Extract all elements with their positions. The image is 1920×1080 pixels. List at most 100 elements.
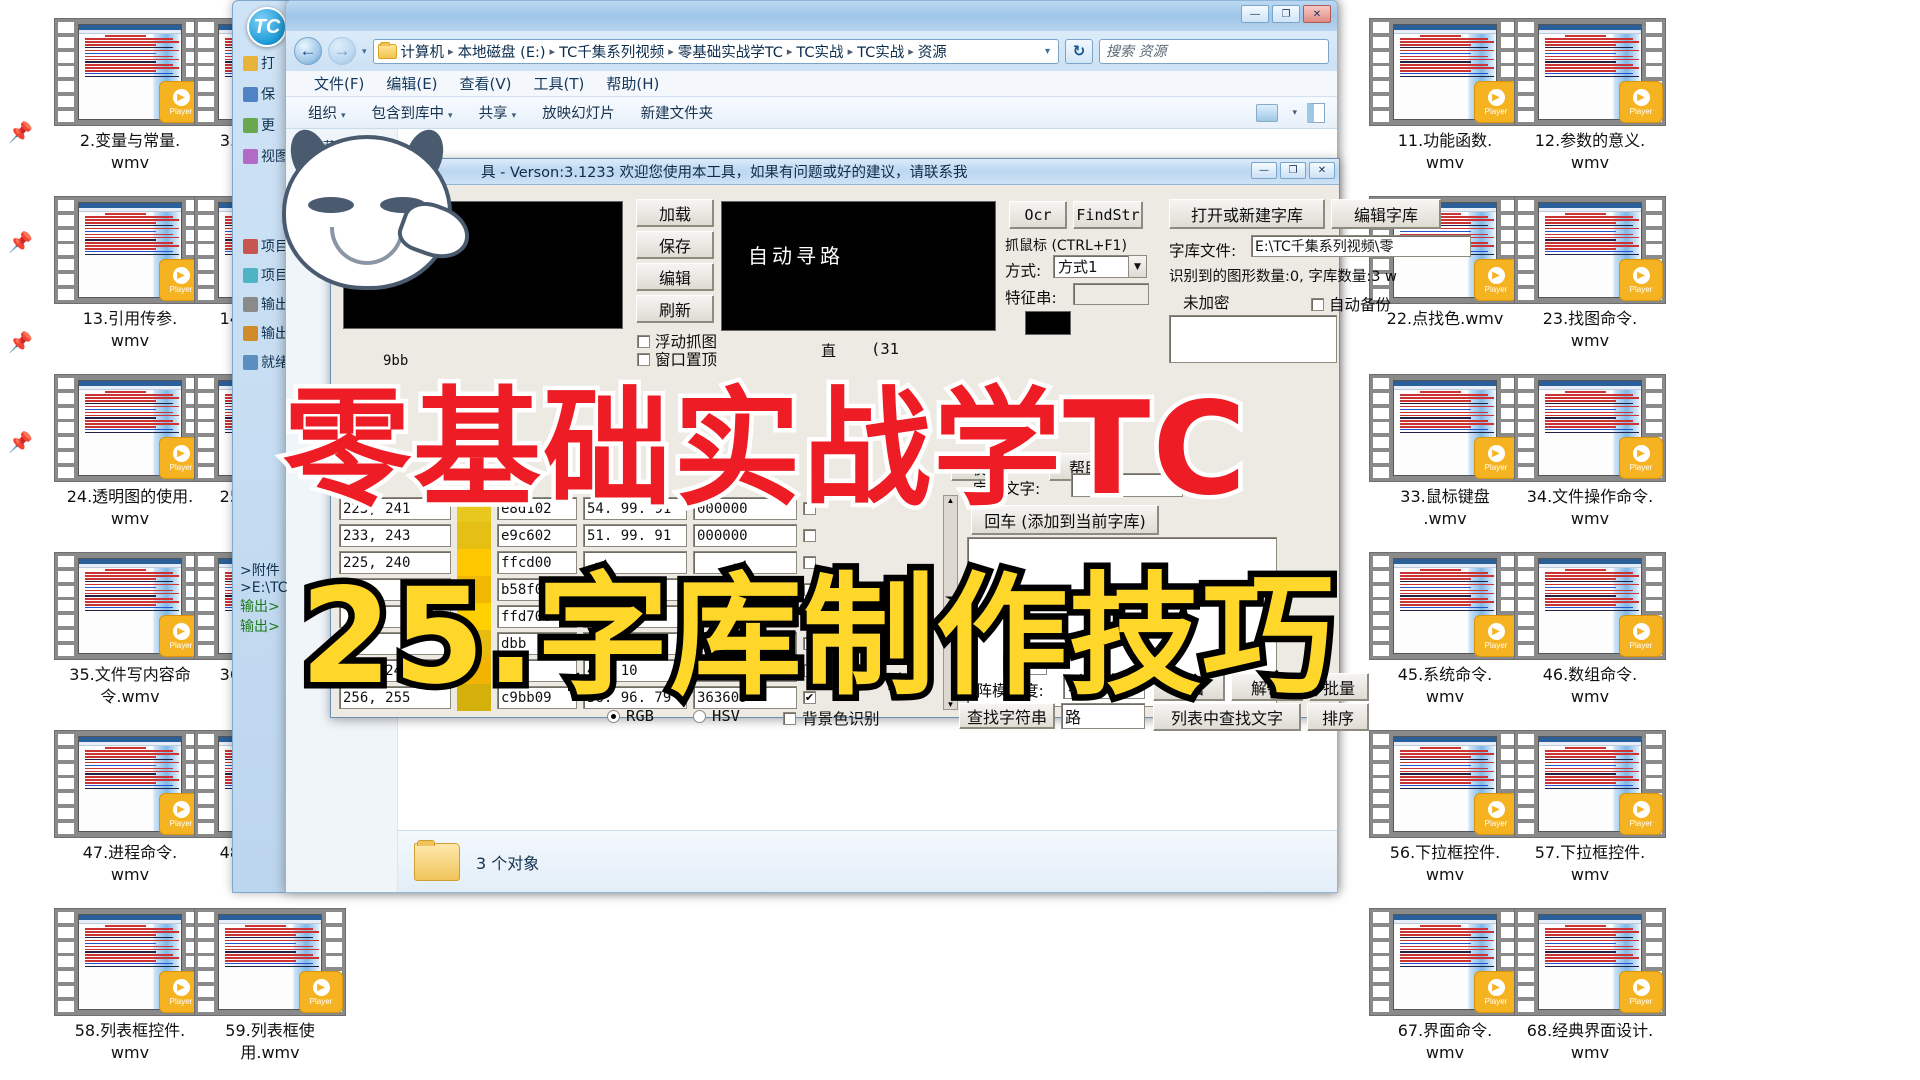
menu-item[interactable]: 编辑(E) (386, 73, 437, 94)
film-perforations-left (198, 734, 214, 834)
maximize-button[interactable]: ❐ (1272, 5, 1300, 23)
file-item[interactable]: ▶ Player 12.参数的意义. wmv (1490, 18, 1690, 173)
tc-sidebar-item-label: 保 (261, 87, 275, 103)
minimize-button[interactable]: — (1241, 5, 1269, 23)
edit-dict-button[interactable]: 编辑字库 (1331, 199, 1441, 229)
change-view-icon[interactable] (1256, 103, 1279, 122)
tc-output-line: 输出> (240, 619, 280, 635)
player-badge-label: Player (309, 996, 333, 1006)
ocr-button[interactable]: Ocr (1009, 201, 1067, 229)
toolbar-item[interactable]: 放映幻灯片 (542, 102, 615, 123)
findstr-button[interactable]: FindStr (1073, 201, 1143, 229)
play-icon: ▶ (1632, 622, 1650, 640)
player-badge-icon: ▶Player (1619, 971, 1663, 1013)
maximize-button[interactable]: ❐ (1280, 162, 1306, 179)
breadcrumb-separator-icon: ▸ (549, 44, 556, 58)
tool-title-text: 具 - Verson:3.1233 欢迎您使用本工具，如果有问题或好的建议，请联… (481, 165, 968, 181)
tc-output-line: >E:\TC (240, 580, 288, 596)
breadcrumb-item[interactable]: TC实战 (794, 41, 845, 62)
edit-button[interactable]: 编辑 (636, 263, 714, 291)
file-item[interactable]: ▶ Player 59.列表框使 用.wmv (170, 908, 370, 1063)
file-item[interactable]: ▶ Player 46.数组命令. wmv (1490, 552, 1690, 707)
play-icon: ▶ (1632, 88, 1650, 106)
tool-titlebar[interactable]: 具 - Verson:3.1233 欢迎您使用本工具，如果有问题或好的建议，请联… (331, 159, 1339, 185)
tool-window-controls[interactable]: — ❐ ✕ (1251, 162, 1335, 179)
tc-logo-icon: TC (247, 7, 287, 47)
explorer-titlebar[interactable]: — ❐ ✕ (286, 1, 1337, 31)
refresh-button[interactable]: ↻ (1065, 38, 1093, 64)
film-perforations-left (58, 378, 74, 478)
close-button[interactable]: ✕ (1303, 5, 1331, 23)
chevron-down-icon[interactable]: ▾ (1292, 108, 1297, 118)
close-button[interactable]: ✕ (1309, 162, 1335, 179)
video-thumbnail-icon: ▶Player (194, 908, 346, 1016)
video-thumbnail-icon: ▶Player (1514, 730, 1666, 838)
video-thumbnail-icon: ▶Player (1514, 374, 1666, 482)
breadcrumb-item[interactable]: 计算机 (399, 41, 447, 62)
breadcrumb-item[interactable]: TC千集系列视频 (557, 41, 666, 62)
text-preview-panel[interactable]: 自动寻路 (721, 201, 996, 331)
toolbar-item[interactable]: 包含到库中 ▾ (372, 102, 453, 123)
breadcrumb[interactable]: 计算机 ▸ 本地磁盘 (E:) ▸ TC千集系列视频 ▸ 零基础实战学TC ▸ TC实战 ▸ TC实… (399, 41, 949, 62)
breadcrumb-item[interactable]: 本地磁盘 (E:) (456, 41, 548, 62)
folder-icon (414, 839, 460, 881)
search-input[interactable]: 搜索 资源 (1099, 38, 1329, 64)
chevron-down-icon[interactable]: ▾ (448, 111, 453, 121)
menu-item[interactable]: 帮助(H) (606, 73, 659, 94)
film-perforations-left (58, 912, 74, 1012)
video-thumbnail-icon: ▶Player (1514, 18, 1666, 126)
toolbar-right-group[interactable]: ▾ (1256, 102, 1337, 123)
file-item[interactable]: ▶ Player 68.经典界面设计. wmv (1490, 908, 1690, 1063)
pin-icon: 📌 (8, 232, 33, 254)
file-item[interactable]: ▶ Player 23.找图命令. wmv (1490, 196, 1690, 351)
breadcrumb-item[interactable]: 零基础实战学TC (676, 41, 785, 62)
checkbox-box[interactable] (1311, 297, 1324, 311)
explorer-window-controls[interactable]: — ❐ ✕ (1241, 5, 1331, 23)
mode-select[interactable]: 方式1 ▼ (1053, 255, 1147, 278)
toolbar-item[interactable]: 组织 ▾ (308, 102, 346, 123)
explorer-menubar[interactable]: 文件(F) 编辑(E) 查看(V) 工具(T) 帮助(H) (286, 71, 1337, 97)
video-thumbnail-icon: ▶Player (1514, 552, 1666, 660)
toolbar-item-label: 组织 (308, 106, 337, 122)
chevron-down-icon[interactable]: ▾ (341, 111, 346, 121)
breadcrumb-separator-icon: ▸ (847, 44, 854, 58)
toolbar-item[interactable]: 新建文件夹 (641, 102, 714, 123)
feature-string-input[interactable] (1073, 283, 1149, 305)
chevron-down-icon[interactable]: ▾ (512, 111, 517, 121)
file-label: 57.下拉框控件. wmv (1534, 843, 1646, 884)
tc-sidebar-item-icon (243, 354, 258, 370)
address-dropdown-icon[interactable]: ▾ (1045, 46, 1054, 57)
menu-item[interactable]: 查看(V) (460, 73, 512, 94)
refresh-button[interactable]: 刷新 (636, 295, 714, 323)
tc-output-line: >附件 (240, 563, 280, 579)
save-button[interactable]: 保存 (636, 231, 714, 259)
menu-item[interactable]: 文件(F) (314, 73, 364, 94)
breadcrumb-separator-icon: ▸ (448, 44, 454, 58)
player-badge-icon: ▶Player (1619, 615, 1663, 657)
address-bar[interactable]: 计算机 ▸ 本地磁盘 (E:) ▸ TC千集系列视频 ▸ 零基础实战学TC ▸ TC实战 ▸ TC实… (372, 38, 1059, 64)
back-arrow-icon[interactable]: ← (294, 37, 322, 65)
explorer-toolbar[interactable]: 组织 ▾ 包含到库中 ▾ 共享 ▾ 放映幻灯片 新建文件夹 ▾ (286, 97, 1337, 129)
pin-icon: 📌 (8, 332, 33, 354)
file-item[interactable]: ▶ Player 34.文件操作命令. wmv (1490, 374, 1690, 529)
preview-pane-icon[interactable] (1307, 102, 1325, 123)
dict-file-input[interactable]: E:\TC千集系列视频\零 (1251, 235, 1471, 257)
chevron-down-icon[interactable]: ▾ (362, 46, 367, 57)
forward-arrow-icon[interactable]: → (328, 37, 356, 65)
toolbar-item[interactable]: 共享 ▾ (479, 102, 517, 123)
chevron-down-icon[interactable]: ▼ (1128, 256, 1146, 277)
tc-sidebar-item-label: 更 (261, 118, 275, 134)
breadcrumb-item[interactable]: 资源 (916, 41, 949, 62)
overlay-title: 零基础实战学TC (279, 371, 1251, 529)
open-or-new-dict-button[interactable]: 打开或新建字库 (1169, 199, 1325, 229)
toolbar-item-label: 放映幻灯片 (542, 106, 615, 122)
minimize-button[interactable]: — (1251, 162, 1277, 179)
load-button[interactable]: 加载 (636, 199, 714, 227)
auto-backup-checkbox[interactable]: 自动备份 (1311, 293, 1391, 315)
file-item[interactable]: ▶ Player 57.下拉框控件. wmv (1490, 730, 1690, 885)
breadcrumb-item[interactable]: TC实战 (855, 41, 906, 62)
film-perforations-left (198, 200, 214, 300)
film-perforations-left (1373, 556, 1389, 656)
menu-item[interactable]: 工具(T) (534, 73, 585, 94)
tc-output-panel[interactable]: >附件 >E:\TC 输出> 输出> (240, 560, 298, 636)
